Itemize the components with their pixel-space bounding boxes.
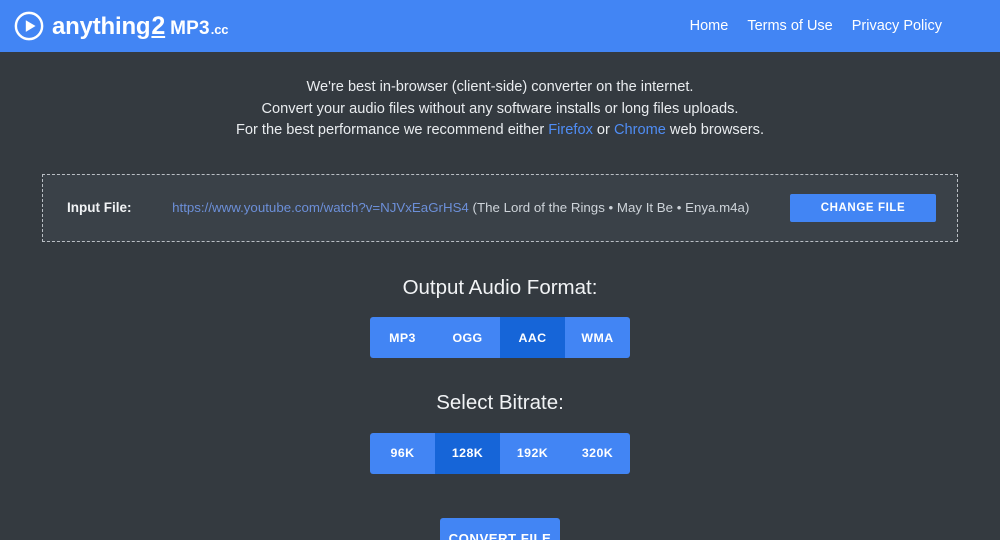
main-nav: Home Terms of Use Privacy Policy bbox=[690, 19, 986, 34]
input-file-url[interactable]: https://www.youtube.com/watch?v=NJVxEaGr… bbox=[172, 200, 469, 215]
convert-file-button[interactable]: CONVERT FILE bbox=[440, 517, 560, 540]
input-file-value: https://www.youtube.com/watch?v=NJVxEaGr… bbox=[132, 200, 791, 215]
output-format-title: Output Audio Format: bbox=[402, 275, 598, 299]
format-option-mp3[interactable]: MP3 bbox=[370, 317, 435, 358]
link-firefox[interactable]: Firefox bbox=[548, 122, 593, 138]
brand-tld: .cc bbox=[210, 21, 229, 37]
output-format-section: Output Audio Format: MP3 OGG AAC WMA bbox=[0, 275, 1000, 358]
intro-line-1: We're best in-browser (client-side) conv… bbox=[306, 79, 694, 95]
output-format-button-group: MP3 OGG AAC WMA bbox=[370, 317, 630, 358]
format-option-ogg[interactable]: OGG bbox=[435, 317, 500, 358]
input-file-panel: Input File: https://www.youtube.com/watc… bbox=[42, 173, 958, 242]
bitrate-option-128k[interactable]: 128K bbox=[435, 432, 500, 474]
bitrate-title: Select Bitrate: bbox=[436, 391, 564, 414]
convert-action-area: CONVERT FILE bbox=[0, 517, 1000, 540]
brand-mp3: MP3 bbox=[170, 17, 210, 39]
bitrate-option-192k[interactable]: 192K bbox=[500, 432, 565, 474]
site-header: anything 2 MP3 .cc Home Terms of Use Pri… bbox=[0, 0, 1000, 52]
play-circle-icon bbox=[14, 11, 44, 41]
intro-line-3-after: web browsers. bbox=[665, 122, 765, 138]
nav-link-privacy-policy[interactable]: Privacy Policy bbox=[852, 19, 942, 34]
change-file-button[interactable]: CHANGE FILE bbox=[790, 193, 936, 222]
format-option-aac[interactable]: AAC bbox=[500, 317, 565, 358]
intro-text: We're best in-browser (client-side) conv… bbox=[0, 52, 1000, 142]
intro-line-3-middle: or bbox=[592, 122, 614, 138]
intro-line-2: Convert your audio files without any sof… bbox=[261, 100, 739, 117]
bitrate-section: Select Bitrate: 96K 128K 192K 320K bbox=[0, 391, 1000, 474]
link-chrome[interactable]: Chrome bbox=[614, 122, 666, 138]
format-option-wma[interactable]: WMA bbox=[565, 317, 630, 358]
brand-word: anything bbox=[52, 12, 151, 40]
nav-link-terms-of-use[interactable]: Terms of Use bbox=[747, 19, 832, 34]
bitrate-option-96k[interactable]: 96K bbox=[370, 432, 435, 474]
intro-line-3: For the best performance we recommend ei… bbox=[0, 120, 1000, 142]
brand-logo[interactable]: anything 2 MP3 .cc bbox=[14, 11, 228, 41]
nav-link-home[interactable]: Home bbox=[690, 19, 729, 34]
bitrate-button-group: 96K 128K 192K 320K bbox=[370, 432, 630, 474]
brand-text: anything 2 MP3 .cc bbox=[52, 11, 229, 40]
bitrate-option-320k[interactable]: 320K bbox=[565, 432, 630, 474]
input-file-label: Input File: bbox=[67, 200, 132, 215]
brand-two: 2 bbox=[151, 11, 166, 40]
intro-line-3-before: For the best performance we recommend ei… bbox=[235, 122, 549, 138]
input-file-name: (The Lord of the Rings • May It Be • Eny… bbox=[468, 200, 750, 215]
